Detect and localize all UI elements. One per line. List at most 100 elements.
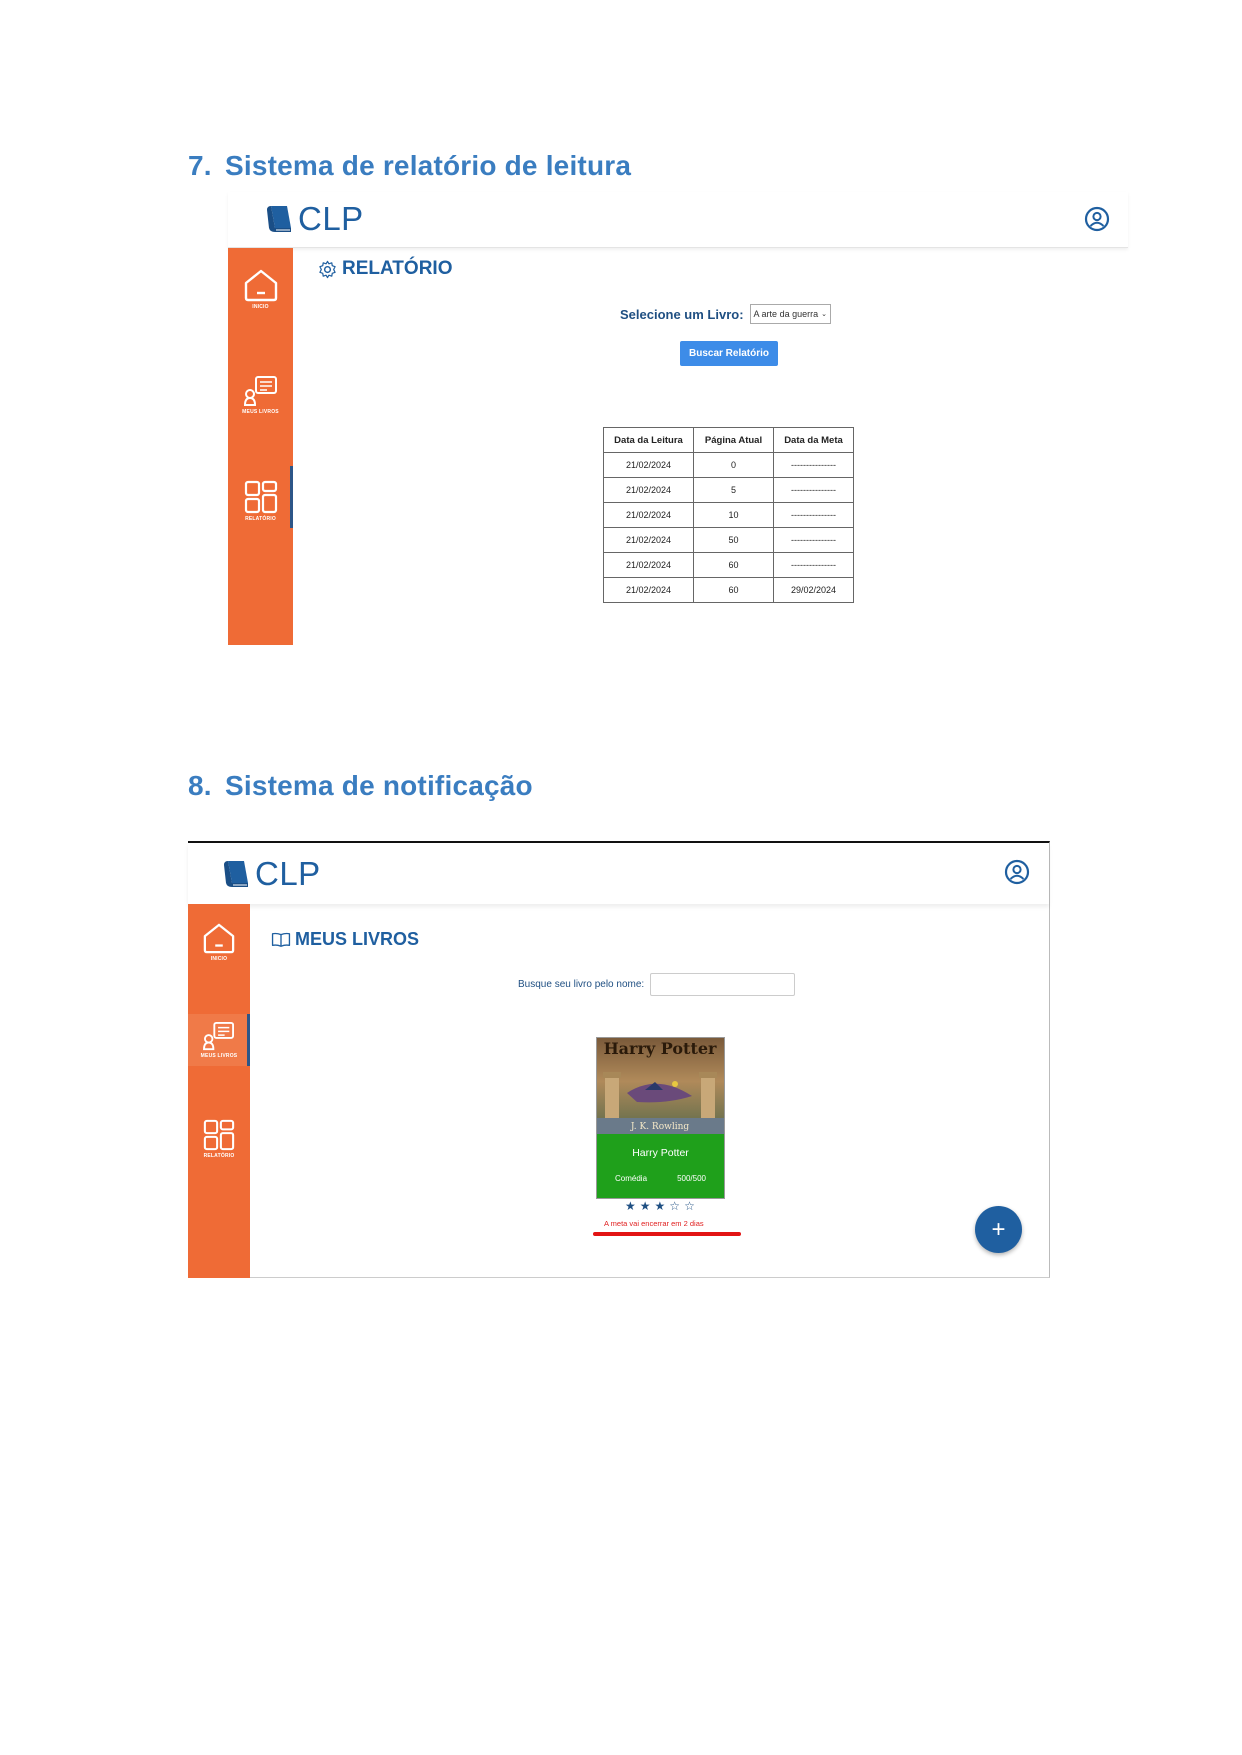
table-cell: 60 <box>693 577 774 603</box>
star-empty-icon[interactable]: ☆ <box>669 1200 680 1212</box>
home-icon <box>244 269 277 302</box>
section-8-heading: 8. Sistema de notificação <box>188 770 533 802</box>
top-bar: CLP <box>228 192 1128 248</box>
select-label: Selecione um Livro: <box>620 306 744 322</box>
dashboard-grid-icon <box>203 1119 235 1151</box>
logo-text: CLP <box>255 855 321 892</box>
table-cell: --------------- <box>773 552 854 578</box>
section-title: Sistema de relatório de leitura <box>225 150 632 181</box>
book-info: Harry Potter Comédia 500/500 <box>597 1134 724 1198</box>
table-cell: 10 <box>693 502 774 528</box>
sidebar-item-relatorio[interactable]: RELATÓRIO <box>228 480 293 522</box>
table-cell: 0 <box>693 452 774 478</box>
rating-stars[interactable]: ★ ★ ★ ☆ ☆ <box>625 1200 695 1212</box>
star-filled-icon[interactable]: ★ <box>640 1200 651 1212</box>
report-table: Data da Leitura Página Atual Data da Met… <box>603 427 854 603</box>
table-cell: --------------- <box>773 477 854 503</box>
table-cell: 21/02/2024 <box>603 477 694 503</box>
sidebar: INICIO MEUS LIVROS RELATÓRIO <box>228 248 293 645</box>
sidebar-item-inicio[interactable]: INICIO <box>188 922 250 962</box>
cover-title: Harry Potter <box>604 1039 717 1058</box>
book-logo-icon <box>224 861 248 887</box>
table-cell: 21/02/2024 <box>603 577 694 603</box>
sidebar-item-inicio[interactable]: INICIO <box>228 268 293 310</box>
table-cell: 60 <box>693 552 774 578</box>
user-messages-icon <box>243 376 277 406</box>
column-header: Data da Meta <box>773 427 854 453</box>
chevron-down-icon: ⌄ <box>821 311 827 318</box>
section-7-heading: 7. Sistema de relatório de leitura <box>188 150 631 182</box>
app-logo[interactable]: CLP <box>264 200 364 238</box>
table-cell: 29/02/2024 <box>773 577 854 603</box>
page-title-text: RELATÓRIO <box>342 258 453 279</box>
my-books-screenshot: CLP INICIO MEUS LIVROS RELATÓRIO MEUS LI… <box>188 841 1050 1278</box>
table-cell: --------------- <box>773 452 854 478</box>
page-title: RELATÓRIO <box>318 258 452 280</box>
table-cell: 21/02/2024 <box>603 552 694 578</box>
section-number: 7. <box>188 150 212 181</box>
goal-notification: A meta vai encerrar em 2 dias <box>604 1219 704 1228</box>
table-row: 21/02/2024 10 --------------- <box>603 502 854 528</box>
column-header: Página Atual <box>693 427 774 453</box>
table-row: 21/02/2024 60 29/02/2024 <box>603 577 854 603</box>
home-icon <box>203 923 235 954</box>
book-cover: Harry Potter J. K. Rowling <box>597 1038 724 1134</box>
top-bar: CLP <box>188 843 1049 904</box>
sidebar-item-meus-livros[interactable]: MEUS LIVROS <box>188 1014 250 1066</box>
open-book-icon <box>271 932 291 947</box>
table-cell: 50 <box>693 527 774 553</box>
book-select[interactable]: A arte da guerra ⌄ <box>749 304 831 324</box>
table-cell: 21/02/2024 <box>603 527 694 553</box>
active-indicator <box>290 466 293 528</box>
active-indicator <box>247 1014 250 1066</box>
sidebar-label-meus-livros: MEUS LIVROS <box>200 1053 238 1059</box>
search-label: Busque seu livro pelo nome: <box>518 979 645 990</box>
sidebar-item-meus-livros[interactable]: MEUS LIVROS <box>228 375 293 415</box>
table-cell: 5 <box>693 477 774 503</box>
section-title: Sistema de notificação <box>225 770 533 801</box>
sidebar-label-relatorio: RELATÓRIO <box>203 1153 235 1159</box>
book-card[interactable]: Harry Potter J. K. Rowling Harry Potter … <box>596 1037 725 1199</box>
table-row: 21/02/2024 5 --------------- <box>603 477 854 503</box>
dashboard-grid-icon <box>244 480 277 514</box>
sidebar-item-relatorio[interactable]: RELATÓRIO <box>188 1119 250 1159</box>
table-row: 21/02/2024 60 --------------- <box>603 552 854 578</box>
table-cell: --------------- <box>773 527 854 553</box>
report-screenshot: CLP INICIO MEUS LIVROS RELATÓRIO RELATÓR… <box>228 192 1128 645</box>
logo-text: CLP <box>298 200 364 237</box>
sidebar-label-inicio: INICIO <box>210 956 228 962</box>
book-cover-image: Harry Potter J. K. Rowling <box>597 1038 724 1134</box>
app-logo[interactable]: CLP <box>221 855 321 893</box>
table-header-row: Data da Leitura Página Atual Data da Met… <box>603 427 854 453</box>
search-report-button[interactable]: Buscar Relatório <box>680 341 778 366</box>
table-cell: --------------- <box>773 502 854 528</box>
page-title-text: MEUS LIVROS <box>295 929 420 949</box>
sidebar: INICIO MEUS LIVROS RELATÓRIO <box>188 904 250 1278</box>
cover-author: J. K. Rowling <box>630 1122 690 1132</box>
table-row: 21/02/2024 0 --------------- <box>603 452 854 478</box>
book-select-value: A arte da guerra <box>753 309 819 319</box>
table-cell: 21/02/2024 <box>603 452 694 478</box>
table-cell: 21/02/2024 <box>603 502 694 528</box>
star-empty-icon[interactable]: ☆ <box>684 1200 695 1212</box>
book-genre: Comédia <box>615 1174 648 1183</box>
book-search-row: Busque seu livro pelo nome: <box>518 973 796 996</box>
sidebar-label-meus-livros: MEUS LIVROS <box>242 409 279 415</box>
user-profile-icon[interactable] <box>1084 206 1110 232</box>
sidebar-label-relatorio: RELATÓRIO <box>245 516 276 522</box>
book-name: Harry Potter <box>632 1147 689 1159</box>
user-messages-icon <box>203 1021 234 1051</box>
add-book-button[interactable]: + <box>975 1206 1022 1253</box>
book-logo-icon <box>267 206 291 232</box>
star-filled-icon[interactable]: ★ <box>655 1200 666 1212</box>
book-search-input[interactable] <box>650 973 796 996</box>
book-progress: 500/500 <box>677 1174 706 1183</box>
table-row: 21/02/2024 50 --------------- <box>603 527 854 553</box>
user-profile-icon[interactable] <box>1004 859 1030 885</box>
star-filled-icon[interactable]: ★ <box>625 1200 636 1212</box>
sidebar-label-inicio: INICIO <box>252 304 269 310</box>
section-number: 8. <box>188 770 212 801</box>
highlight-underline <box>593 1232 741 1236</box>
book-select-row: Selecione um Livro: A arte da guerra ⌄ <box>620 304 831 324</box>
column-header: Data da Leitura <box>603 427 694 453</box>
